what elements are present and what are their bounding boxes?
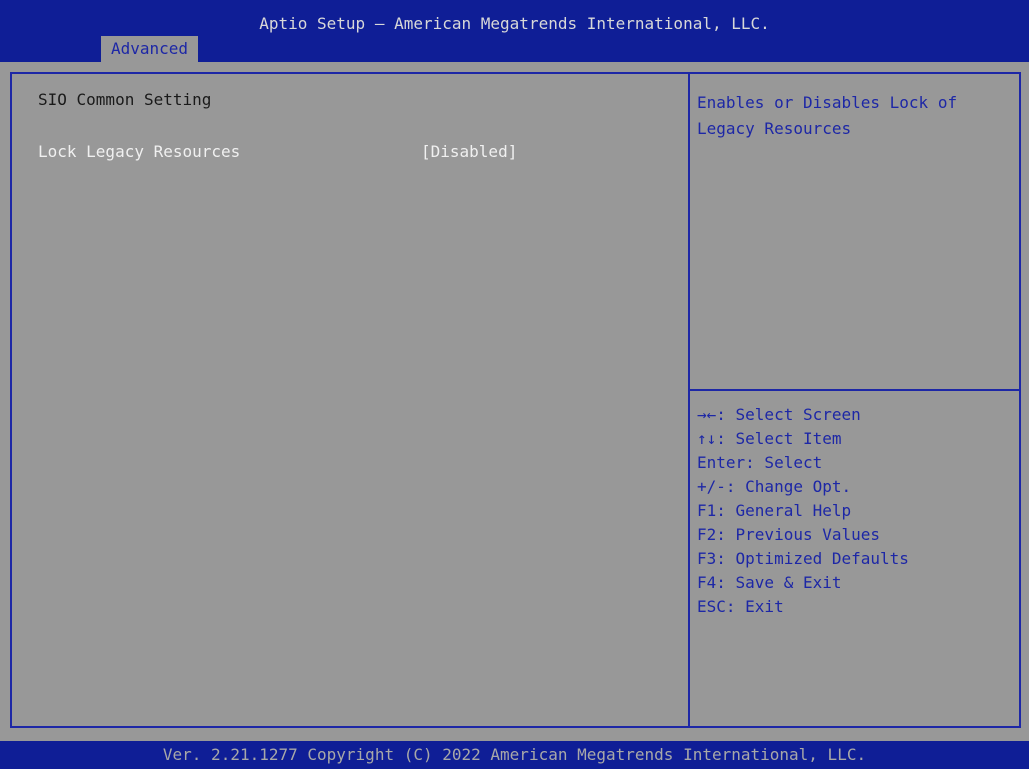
setting-value[interactable]: [Disabled] — [421, 142, 517, 161]
key-optimized-defaults: F3: Optimized Defaults — [697, 549, 909, 568]
footer-copyright: Ver. 2.21.1277 Copyright (C) 2022 Americ… — [162, 745, 867, 764]
key-save-exit: F4: Save & Exit — [697, 573, 842, 592]
key-general-help: F1: General Help — [697, 501, 852, 520]
title-bar: Aptio Setup – American Megatrends Intern… — [0, 0, 1029, 62]
key-select-item: ↑↓: Select Item — [697, 429, 842, 448]
footer-bar: Ver. 2.21.1277 Copyright (C) 2022 Americ… — [0, 741, 1029, 769]
main-frame — [10, 72, 1021, 728]
setting-lock-legacy-resources[interactable]: Lock Legacy Resources [Disabled] — [38, 142, 638, 164]
help-text: Enables or Disables Lock of Legacy Resou… — [697, 93, 958, 138]
section-heading: SIO Common Setting — [38, 90, 212, 109]
tab-advanced[interactable]: Advanced — [101, 36, 199, 62]
key-legend: →←: Select Screen ↑↓: Select Item Enter:… — [697, 403, 909, 619]
key-enter-select: Enter: Select — [697, 453, 823, 472]
window-title: Aptio Setup – American Megatrends Intern… — [259, 14, 770, 33]
panel-divider — [688, 72, 690, 728]
key-select-screen: →←: Select Screen — [697, 405, 861, 424]
setting-label: Lock Legacy Resources — [38, 142, 241, 161]
key-esc-exit: ESC: Exit — [697, 597, 784, 616]
key-change-opt: +/-: Change Opt. — [697, 477, 852, 496]
key-previous-values: F2: Previous Values — [697, 525, 881, 544]
help-divider — [690, 389, 1021, 391]
